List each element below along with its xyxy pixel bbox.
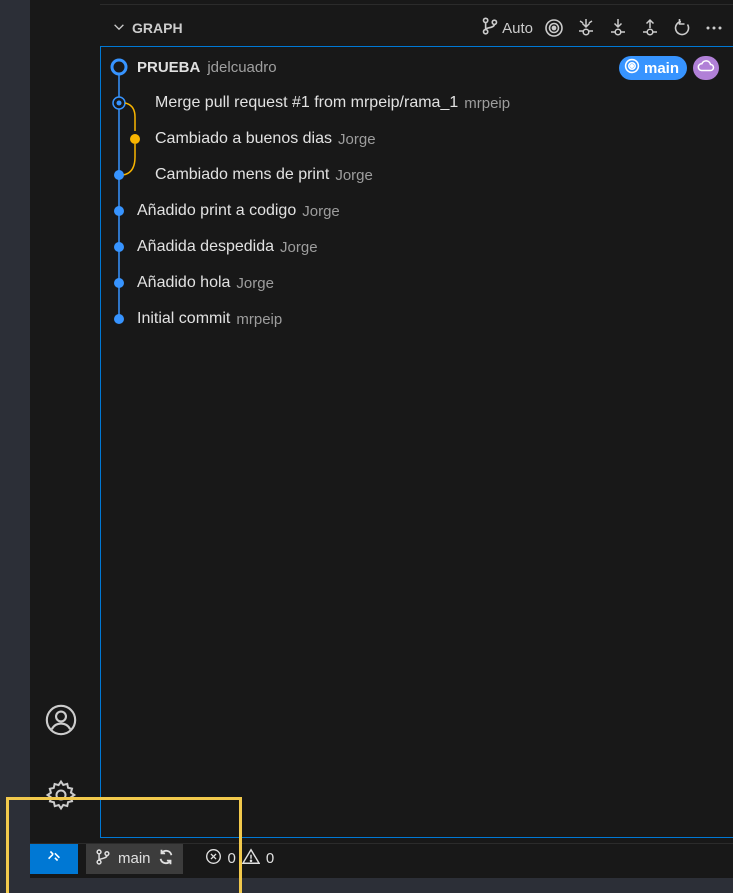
commit-author: Jorge	[338, 130, 376, 148]
problems-indicator[interactable]: 0 0	[205, 848, 275, 869]
repository-row[interactable]: PRUEBA jdelcuadro main	[101, 55, 733, 80]
remote-indicator-button[interactable]	[30, 843, 78, 874]
commit-author: mrpeip	[464, 94, 511, 112]
commit-row[interactable]: Cambiado a buenos dias Jorge	[155, 127, 376, 151]
status-bar: main 0 0	[30, 843, 733, 874]
target-icon[interactable]	[543, 16, 565, 40]
commit-author: Jorge	[236, 274, 274, 292]
commit-row[interactable]: Añadido print a codigo Jorge	[137, 199, 340, 223]
error-count: 0	[227, 850, 236, 867]
commit-graph-lines	[110, 58, 140, 324]
graph-toolbar: Auto	[480, 16, 725, 40]
error-icon	[205, 848, 222, 869]
more-actions-icon[interactable]	[703, 16, 725, 40]
divider	[100, 4, 733, 5]
repo-owner: jdelcuadro	[207, 58, 277, 76]
account-icon[interactable]	[38, 697, 84, 743]
commit-message: Añadido print a codigo	[137, 202, 297, 219]
graph-view-header[interactable]: GRAPH Auto	[100, 10, 733, 46]
status-branch-button[interactable]: main	[86, 843, 183, 874]
refresh-icon[interactable]	[671, 16, 693, 40]
graph-title: GRAPH	[132, 20, 183, 36]
cloud-icon	[697, 59, 715, 78]
auto-mode-button[interactable]: Auto	[480, 16, 533, 40]
commit-message: Initial commit	[137, 310, 231, 327]
commit-row[interactable]: Añadido hola Jorge	[137, 271, 274, 295]
chevron-down-icon	[112, 20, 126, 37]
fetch-icon[interactable]	[575, 16, 597, 40]
sync-icon[interactable]	[157, 848, 175, 870]
remote-cloud-badge[interactable]	[693, 56, 719, 80]
commit-message: Añadido hola	[137, 274, 231, 291]
current-branch-badge[interactable]: main	[618, 56, 687, 80]
commit-row[interactable]: Añadida despedida Jorge	[137, 235, 318, 259]
status-branch-label: main	[118, 850, 151, 867]
commit-row[interactable]: Merge pull request #1 from mrpeip/rama_1…	[155, 91, 510, 115]
commit-message: Merge pull request #1 from mrpeip/rama_1	[155, 94, 459, 111]
git-branch-icon	[480, 16, 500, 40]
git-branch-icon	[94, 848, 112, 870]
commit-author: Jorge	[335, 166, 373, 184]
commit-author: mrpeip	[236, 310, 283, 328]
commit-message: Cambiado mens de print	[155, 166, 330, 183]
repo-name: PRUEBA	[137, 58, 201, 76]
commit-row[interactable]: Initial commit mrpeip	[137, 307, 282, 331]
pull-icon[interactable]	[607, 16, 629, 40]
branch-badge-label: main	[643, 59, 679, 77]
gear-icon[interactable]	[38, 772, 84, 818]
graph-section-toggle[interactable]: GRAPH	[112, 20, 183, 37]
commit-message: Cambiado a buenos dias	[155, 130, 333, 147]
auto-mode-label: Auto	[502, 19, 533, 37]
remote-icon	[45, 847, 63, 870]
push-icon[interactable]	[639, 16, 661, 40]
commit-author: Jorge	[280, 238, 318, 256]
target-icon	[624, 58, 640, 78]
warning-count: 0	[265, 850, 275, 867]
commit-author: Jorge	[302, 202, 340, 220]
commit-message: Añadida despedida	[137, 238, 275, 255]
commit-graph-panel: PRUEBA jdelcuadro main Merge pull reques…	[100, 46, 733, 838]
commit-row[interactable]: Cambiado mens de print Jorge	[155, 163, 373, 187]
warning-icon	[241, 848, 261, 869]
